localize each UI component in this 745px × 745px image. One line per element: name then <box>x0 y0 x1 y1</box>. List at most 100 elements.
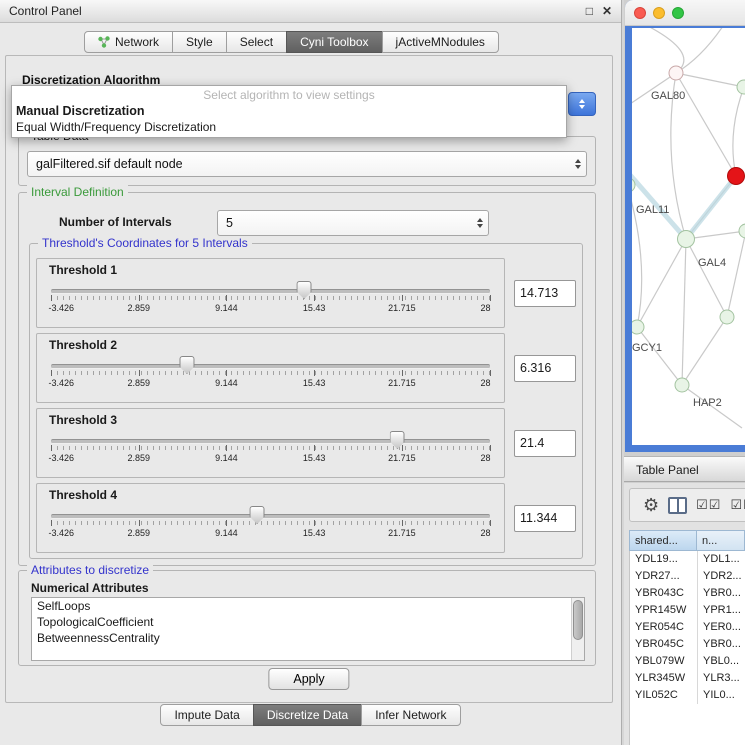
float-window-icon[interactable]: □ <box>586 0 593 22</box>
network-node[interactable] <box>632 320 644 334</box>
attribute-item[interactable]: TopologicalCoefficient <box>32 614 584 630</box>
table-cell[interactable]: YBR043C <box>630 585 698 602</box>
close-traffic-light-icon[interactable] <box>634 7 646 19</box>
attributes-list[interactable]: SelfLoops TopologicalCoefficient Between… <box>31 597 585 661</box>
network-node[interactable] <box>720 310 734 324</box>
threshold-value-field[interactable]: 21.4 <box>514 430 576 457</box>
apply-button[interactable]: Apply <box>268 668 349 690</box>
table-cell[interactable]: YBL0... <box>698 653 745 670</box>
tab-style[interactable]: Style <box>172 31 227 53</box>
tick-label: 28 <box>481 453 491 463</box>
tab-discretize-data[interactable]: Discretize Data <box>253 704 362 726</box>
table-row[interactable]: YBR043CYBR0... <box>630 585 745 602</box>
network-canvas[interactable]: GAL80 GAL11 GAL4 GCY1 HAP2 <box>632 28 745 445</box>
tab-jactivemnodules[interactable]: jActiveMNodules <box>382 31 499 53</box>
table-cell[interactable]: YPR1... <box>698 602 745 619</box>
table-cell[interactable]: YER054C <box>630 619 698 636</box>
table-row[interactable]: YLR345WYLR3... <box>630 670 745 687</box>
tick-mark <box>139 295 140 301</box>
threshold-label: Threshold 4 <box>49 488 492 504</box>
node-labels: GAL80 GAL11 GAL4 GCY1 HAP2 <box>632 90 726 409</box>
table-cell[interactable]: YDL1... <box>698 551 745 568</box>
table-cell[interactable]: YBR045C <box>630 636 698 653</box>
table-cell[interactable]: YLR345W <box>630 670 698 687</box>
table-cell[interactable]: YBL079W <box>630 653 698 670</box>
threshold-slider[interactable]: -3.4262.8599.14415.4321.71528 <box>49 504 492 550</box>
network-window: GAL80 GAL11 GAL4 GCY1 HAP2 <box>625 0 745 452</box>
zoom-traffic-light-icon[interactable] <box>672 7 684 19</box>
table-cell[interactable]: YDL19... <box>630 551 698 568</box>
column-header-shared-name[interactable]: shared... <box>629 530 697 551</box>
tab-impute-data[interactable]: Impute Data <box>160 704 253 726</box>
columns-icon[interactable] <box>668 497 687 514</box>
tab-cyni-toolbox[interactable]: Cyni Toolbox <box>286 31 382 53</box>
table-cell[interactable]: YIL0... <box>698 687 745 704</box>
threshold-row: Threshold 2 -3.4262.8599.14415.4321.7152… <box>36 333 576 403</box>
table-cell[interactable]: YBR0... <box>698 636 745 653</box>
threshold-slider[interactable]: -3.4262.8599.14415.4321.71528 <box>49 279 492 325</box>
slider-track <box>51 514 490 519</box>
table-row[interactable]: YPR145WYPR1... <box>630 602 745 619</box>
list-scrollbar[interactable] <box>571 598 584 660</box>
node-label: HAP2 <box>693 397 722 409</box>
tick-label: 9.144 <box>215 453 238 463</box>
network-node[interactable] <box>678 231 695 248</box>
minimize-traffic-light-icon[interactable] <box>653 7 665 19</box>
tick-label: 15.43 <box>303 378 326 388</box>
tick-label: 15.43 <box>303 528 326 538</box>
popup-option-manual[interactable]: Manual Discretization <box>12 103 566 119</box>
tick-label: 9.144 <box>215 528 238 538</box>
popup-option-equal-width[interactable]: Equal Width/Frequency Discretization <box>12 119 566 135</box>
num-intervals-combo[interactable]: 5 <box>217 210 489 236</box>
table-data-combo[interactable]: galFiltered.sif default node <box>27 151 587 177</box>
select-checkbox-icon[interactable]: ☑☑ <box>696 497 721 513</box>
popup-placeholder: Select algorithm to view settings <box>12 86 566 103</box>
network-node[interactable] <box>669 66 683 80</box>
table-cell[interactable]: YER0... <box>698 619 745 636</box>
table-cell[interactable]: YLR3... <box>698 670 745 687</box>
attributes-group: Attributes to discretize Numerical Attri… <box>18 570 596 666</box>
attribute-item[interactable]: SelfLoops <box>32 598 584 614</box>
table-cell[interactable]: YPR145W <box>630 602 698 619</box>
threshold-slider[interactable]: -3.4262.8599.14415.4321.71528 <box>49 429 492 475</box>
threshold-value-field[interactable]: 11.344 <box>514 505 576 532</box>
attribute-item[interactable]: BetweennessCentrality <box>32 630 584 646</box>
table-row[interactable]: YDL19...YDL1... <box>630 551 745 568</box>
table-row[interactable]: YIL052CYIL0... <box>630 687 745 704</box>
tab-network[interactable]: Network <box>84 31 173 53</box>
column-header-name[interactable]: n... <box>697 530 745 551</box>
threshold-value-field[interactable]: 6.316 <box>514 355 576 382</box>
network-window-titlebar[interactable] <box>625 0 745 26</box>
table-cell[interactable]: YDR2... <box>698 568 745 585</box>
threshold-value-field[interactable]: 14.713 <box>514 280 576 307</box>
network-node[interactable] <box>737 80 745 94</box>
interval-definition-label: Interval Definition <box>27 185 128 199</box>
table-row[interactable]: YER054CYER0... <box>630 619 745 636</box>
algorithm-combo-arrows-icon[interactable] <box>568 92 596 116</box>
tick-label: 21.715 <box>388 378 416 388</box>
scrollbar-thumb[interactable] <box>573 600 583 640</box>
gear-icon[interactable]: ⚙ <box>643 496 659 514</box>
table-cell[interactable]: YBR0... <box>698 585 745 602</box>
algorithm-dropdown-popup: Select algorithm to view settings Manual… <box>11 85 567 138</box>
tick-mark <box>139 370 140 376</box>
tick-mark <box>490 295 491 301</box>
table-row[interactable]: YBL079WYBL0... <box>630 653 745 670</box>
bottom-tabs: Impute Data Discretize Data Infer Networ… <box>0 704 621 726</box>
table-cell[interactable]: YDR27... <box>630 568 698 585</box>
table-cell[interactable]: YIL052C <box>630 687 698 704</box>
tab-select[interactable]: Select <box>226 31 287 53</box>
network-node-selected[interactable] <box>728 168 745 185</box>
tab-infer-network[interactable]: Infer Network <box>361 704 460 726</box>
tick-mark <box>139 445 140 451</box>
table-row[interactable]: YBR045CYBR0... <box>630 636 745 653</box>
discretization-group-label: Discretization Algorithm <box>22 73 160 84</box>
checkbox-icon[interactable]: ☑☑ <box>730 497 745 513</box>
threshold-slider[interactable]: -3.4262.8599.14415.4321.71528 <box>49 354 492 400</box>
close-icon[interactable]: ✕ <box>602 0 612 22</box>
slider-minor-ticks <box>51 296 490 300</box>
network-node[interactable] <box>675 378 689 392</box>
network-node[interactable] <box>739 224 745 238</box>
tick-label: 15.43 <box>303 453 326 463</box>
table-row[interactable]: YDR27...YDR2... <box>630 568 745 585</box>
